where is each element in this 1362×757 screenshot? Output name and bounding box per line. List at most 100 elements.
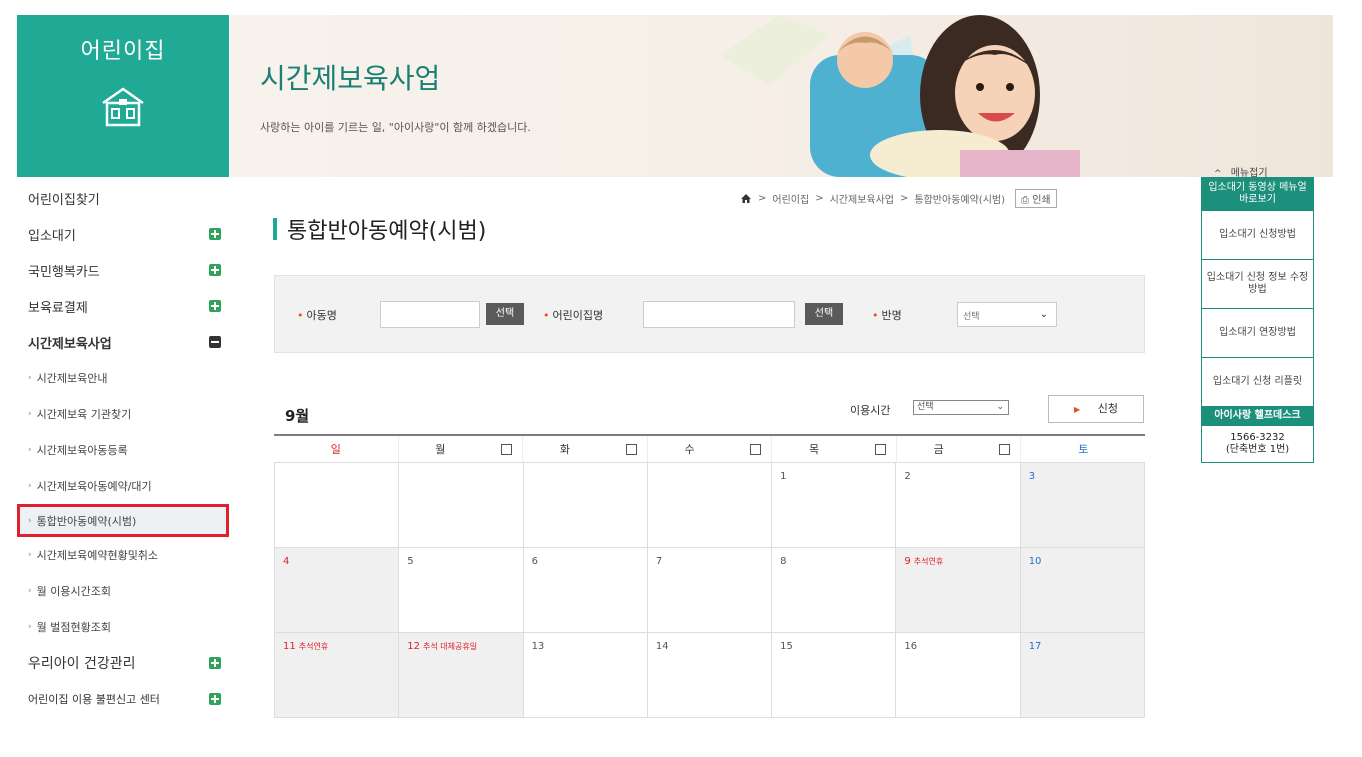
expand-plus-icon[interactable] (209, 300, 221, 312)
apply-button-label: 신청 (1097, 402, 1118, 415)
apply-button[interactable]: ▶ 신청 (1048, 395, 1144, 423)
home-icon[interactable] (740, 193, 752, 204)
expand-plus-icon[interactable] (209, 264, 221, 276)
daycare-name-input[interactable] (643, 301, 795, 328)
calendar-day-cell[interactable]: 5 (399, 548, 524, 632)
calendar-day-cell[interactable]: 2 (896, 463, 1021, 547)
weekday-checkbox[interactable] (501, 444, 513, 455)
sidebar-subitem-active[interactable]: › 통합반아동예약(시범) (17, 504, 229, 537)
sidebar-subitem[interactable]: › 월 이용시간조회 (17, 573, 229, 609)
print-label: 인쇄 (1032, 195, 1051, 206)
sidebar-subitem[interactable]: › 시간제보육 기관찾기 (17, 396, 229, 432)
sidebar-subitem[interactable]: › 시간제보육예약현황및취소 (17, 537, 229, 573)
breadcrumb-item[interactable]: 통합반아동예약(시범) (914, 191, 1005, 206)
sidebar-item-find-daycare[interactable]: 어린이집찾기 (17, 180, 229, 216)
class-name-label: • 반명 (872, 307, 902, 323)
collapse-minus-icon[interactable] (209, 336, 221, 348)
header-banner: 시간제보육사업 사랑하는 아이를 기르는 일, "아이사랑"이 함께 하겠습니다… (230, 15, 1333, 177)
usage-time-label: 이용시간 (850, 404, 891, 417)
reservation-calendar: 일월화수목금토 1 2 3 4 5 6 7 8 9 추석연휴 10 11 추석연휴 12 추석 대체공휴일 1… (274, 434, 1145, 718)
calendar-day-cell[interactable]: 16 (896, 633, 1021, 717)
sidebar-item-waitlist[interactable]: 입소대기 (17, 216, 229, 252)
class-select[interactable]: 선택 ⌄ (957, 302, 1057, 327)
breadcrumb: > 어린이집 > 시간제보육사업 > 통합반아동예약(시범) ⎙ 인쇄 (740, 189, 1057, 208)
expand-plus-icon[interactable] (209, 657, 221, 669)
required-dot-icon: • (543, 309, 550, 322)
calendar-day-cell (647, 463, 773, 547)
weekday-checkbox[interactable] (874, 444, 886, 455)
calendar-day-cell[interactable]: 10 (1020, 548, 1145, 632)
bullet-icon: › (28, 550, 32, 560)
bullet-icon: › (28, 515, 32, 526)
sidebar-item-label: 시간제보육사업 (28, 336, 112, 352)
weekday-checkbox[interactable] (999, 444, 1011, 455)
daycare-select-button[interactable]: 선택 (805, 303, 843, 325)
calendar-day-cell[interactable]: 17 (1020, 633, 1145, 717)
calendar-day-cell[interactable]: 3 (1020, 463, 1145, 547)
print-button[interactable]: ⎙ 인쇄 (1015, 189, 1057, 208)
calendar-day-number: 8 (780, 556, 787, 567)
calendar-day-cell[interactable]: 1 (772, 463, 897, 547)
sidebar-item-child-health[interactable]: 우리아이 건강관리 (17, 645, 229, 681)
sidebar-item-label: 우리아이 건강관리 (28, 656, 136, 672)
quick-menu-item[interactable]: 입소대기 신청방법 (1202, 210, 1313, 259)
sidebar-subitem-label: 시간제보육안내 (36, 372, 108, 385)
sidebar-subitem[interactable]: › 시간제보육아동예약/대기 (17, 468, 229, 504)
calendar-day-cell[interactable]: 14 (647, 633, 773, 717)
calendar-day-number: 14 (655, 641, 669, 652)
brand-logo[interactable]: 어린이집 (17, 15, 229, 177)
calendar-day-cell[interactable]: 15 (772, 633, 897, 717)
sidebar-subitem[interactable]: › 월 벌점현황조회 (17, 609, 229, 645)
calendar-day-number: 5 (407, 556, 414, 567)
calendar-day-cell[interactable]: 12 추석 대체공휴일 (399, 633, 524, 717)
weekday-label: 월 (435, 443, 446, 456)
weekday-header: 수 (648, 436, 773, 462)
banner-children-image (720, 15, 1080, 177)
sidebar-subitem[interactable]: › 시간제보육안내 (17, 360, 229, 396)
page-title-text: 통합반아동예약(시범) (287, 219, 487, 244)
expand-plus-icon[interactable] (209, 228, 221, 240)
breadcrumb-item[interactable]: 어린이집 (772, 191, 809, 206)
child-name-label-text: 아동명 (306, 309, 337, 322)
child-name-input[interactable] (380, 301, 480, 328)
calendar-week-row: 11 추석연휴 12 추석 대체공휴일 13 14 15 16 17 (274, 633, 1145, 718)
sidebar-item-hourly-care[interactable]: 시간제보육사업 (17, 324, 229, 360)
weekday-checkbox[interactable] (750, 444, 762, 455)
calendar-day-cell[interactable]: 9 추석연휴 (896, 548, 1021, 632)
sidebar-subitem[interactable]: › 시간제보육아동등록 (17, 432, 229, 468)
calendar-day-cell[interactable]: 6 (523, 548, 648, 632)
calendar-day-cell[interactable]: 13 (523, 633, 648, 717)
calendar-day-cell[interactable]: 8 (772, 548, 897, 632)
calendar-day-number: 10 (1028, 556, 1042, 567)
weekday-label: 토 (1078, 443, 1089, 456)
calendar-day-cell[interactable]: 7 (647, 548, 773, 632)
sidebar-item-complaint-center[interactable]: 어린이집 이용 불편신고 센터 (17, 681, 229, 717)
child-name-label: • 아동명 (297, 307, 337, 323)
page-title: 통합반아동예약(시범) (273, 213, 486, 245)
video-manual-link[interactable]: 입소대기 동영상 메뉴얼 바로보기 (1202, 178, 1313, 210)
bullet-icon: › (28, 409, 32, 419)
calendar-day-cell[interactable]: 4 (274, 548, 400, 632)
child-select-button[interactable]: 선택 (486, 303, 524, 325)
calendar-day-number: 7 (655, 556, 663, 567)
calendar-day-number: 17 (1028, 641, 1042, 652)
calendar-day-number: 1 (780, 471, 787, 482)
breadcrumb-item[interactable]: 시간제보육사업 (830, 191, 894, 206)
sidebar-item-label: 입소대기 (28, 228, 76, 244)
usage-time-select[interactable]: 선택 ⌄ (913, 400, 1009, 415)
quick-menu-item[interactable]: 입소대기 연장방법 (1202, 308, 1313, 357)
helpdesk-phone: 1566-3232 (단축번호 1번) (1202, 426, 1313, 462)
weekday-checkbox[interactable] (625, 444, 637, 455)
quick-menu-item[interactable]: 입소대기 신청 리플릿 (1202, 357, 1313, 406)
arrow-right-icon: ▶ (1074, 405, 1081, 414)
calendar-day-number: 4 (283, 556, 290, 567)
weekday-label: 수 (684, 443, 695, 456)
sidebar-item-fee-payment[interactable]: 보육료결제 (17, 288, 229, 324)
sidebar-subitem-label: 통합반아동예약(시범) (36, 514, 137, 528)
sidebar-item-label: 보육료결제 (28, 300, 88, 316)
calendar-day-cell[interactable]: 11 추석연휴 (274, 633, 400, 717)
sidebar-item-happiness-card[interactable]: 국민행복카드 (17, 252, 229, 288)
sidebar-subitem-label: 월 벌점현황조회 (36, 621, 111, 634)
quick-menu-item[interactable]: 입소대기 신청 정보 수정방법 (1202, 259, 1313, 308)
expand-plus-icon[interactable] (209, 693, 221, 705)
